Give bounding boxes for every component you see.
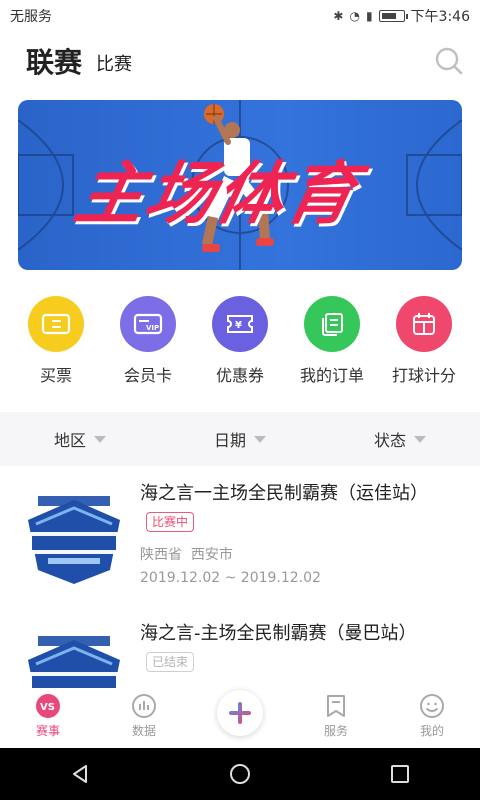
bottom-tab-bar: VS 赛事 数据 服务 我的	[0, 688, 480, 744]
tab-label: 赛事	[35, 724, 60, 738]
coupon-icon: ¥	[212, 296, 268, 352]
home-circle-icon	[230, 764, 250, 784]
tab-data[interactable]: 数据	[109, 693, 179, 739]
quick-action-coupons[interactable]: ¥ 优惠券	[197, 296, 283, 386]
recents-button[interactable]	[380, 754, 420, 794]
tab-services[interactable]: 服务	[301, 693, 371, 739]
tab-events[interactable]: VS 赛事	[13, 693, 83, 739]
svg-text:VS: VS	[40, 702, 55, 713]
recents-square-icon	[391, 765, 409, 783]
svg-text:¥: ¥	[235, 320, 242, 331]
quick-action-label: 买票	[39, 366, 72, 385]
tab-label: 服务	[323, 724, 348, 738]
clock: 下午3:46	[410, 9, 470, 25]
svg-text:VIP: VIP	[146, 324, 159, 332]
bar-chart-icon	[131, 693, 157, 719]
tab-create[interactable]	[205, 690, 275, 736]
battery-icon	[378, 10, 408, 22]
page-header: 联赛 比赛	[0, 36, 480, 86]
event-poster	[18, 480, 130, 592]
status-bar: 无服务 ✱ ◔ ▮ 下午3:46	[0, 0, 480, 32]
tab-label: 我的	[419, 724, 444, 738]
filter-date[interactable]: 日期	[214, 427, 266, 451]
vs-icon: VS	[35, 693, 61, 719]
search-icon	[435, 47, 463, 75]
list-item[interactable]: 海之言一主场全民制霸赛（运佳站） 比赛中 陕西省 西安市 2019.12.02 ~…	[0, 472, 480, 612]
system-navigation-bar	[0, 748, 480, 800]
chevron-down-icon	[94, 435, 106, 443]
event-title: 海之言一主场全民制霸赛（运佳站） 比赛中	[140, 480, 440, 536]
vip-card-icon: VIP	[120, 296, 176, 352]
quick-action-label: 会员卡	[123, 366, 172, 385]
status-badge: 比赛中	[146, 512, 195, 532]
filter-label: 地区	[53, 431, 86, 450]
event-city: 西安市	[190, 547, 233, 563]
filter-label: 状态	[373, 431, 406, 450]
event-dates: 2019.12.02 ~ 2019.12.02	[140, 570, 321, 586]
event-name-text: 海之言一主场全民制霸赛（运佳站）	[140, 483, 428, 504]
event-title: 海之言-主场全民制霸赛（曼巴站） 已结束	[140, 620, 440, 676]
back-button[interactable]	[60, 754, 100, 794]
tab-me[interactable]: 我的	[397, 693, 467, 739]
scoreboard-icon	[396, 296, 452, 352]
promo-banner[interactable]: 主场体育	[18, 100, 462, 270]
smiley-icon	[419, 693, 445, 719]
event-province: 陕西省	[140, 547, 182, 563]
quick-action-label: 优惠券	[215, 366, 264, 385]
carrier-label: 无服务	[10, 9, 52, 25]
quick-action-label: 我的订单	[299, 366, 364, 385]
plus-icon	[217, 690, 263, 736]
ticket-icon	[28, 296, 84, 352]
quick-action-vip-card[interactable]: VIP 会员卡	[105, 296, 191, 386]
quick-action-label: 打球计分	[391, 366, 456, 385]
page-title[interactable]: 联赛	[26, 41, 82, 81]
event-location: 陕西省 西安市	[140, 544, 233, 564]
banner-title: 主场体育	[68, 155, 365, 234]
home-button[interactable]	[220, 754, 260, 794]
tab-label: 数据	[131, 724, 156, 738]
filter-region[interactable]: 地区	[54, 427, 106, 451]
quick-action-orders[interactable]: 我的订单	[289, 296, 375, 386]
page-subtitle-tab[interactable]: 比赛	[96, 50, 132, 76]
chevron-down-icon	[254, 435, 266, 443]
status-icons: ✱ ◔ ▮ 下午3:46	[333, 6, 470, 26]
event-name-text: 海之言-主场全民制霸赛（曼巴站）	[140, 623, 417, 644]
filter-label: 日期	[213, 431, 246, 450]
bookmark-icon	[323, 693, 349, 719]
quick-action-scoreboard[interactable]: 打球计分	[381, 296, 467, 386]
chevron-down-icon	[414, 435, 426, 443]
wifi-icon: ◔	[349, 9, 360, 23]
filter-status[interactable]: 状态	[374, 427, 426, 451]
bluetooth-icon: ✱	[333, 9, 344, 23]
search-button[interactable]	[432, 44, 466, 78]
back-triangle-icon	[73, 765, 87, 783]
quick-actions: 买票 VIP 会员卡 ¥ 优惠券 我的订单 打球计分	[0, 296, 480, 386]
sim-alert-icon: ▮	[365, 9, 373, 23]
quick-action-tickets[interactable]: 买票	[13, 296, 99, 386]
status-badge: 已结束	[146, 652, 195, 672]
order-icon	[304, 296, 360, 352]
filter-bar: 地区 日期 状态	[0, 412, 480, 466]
